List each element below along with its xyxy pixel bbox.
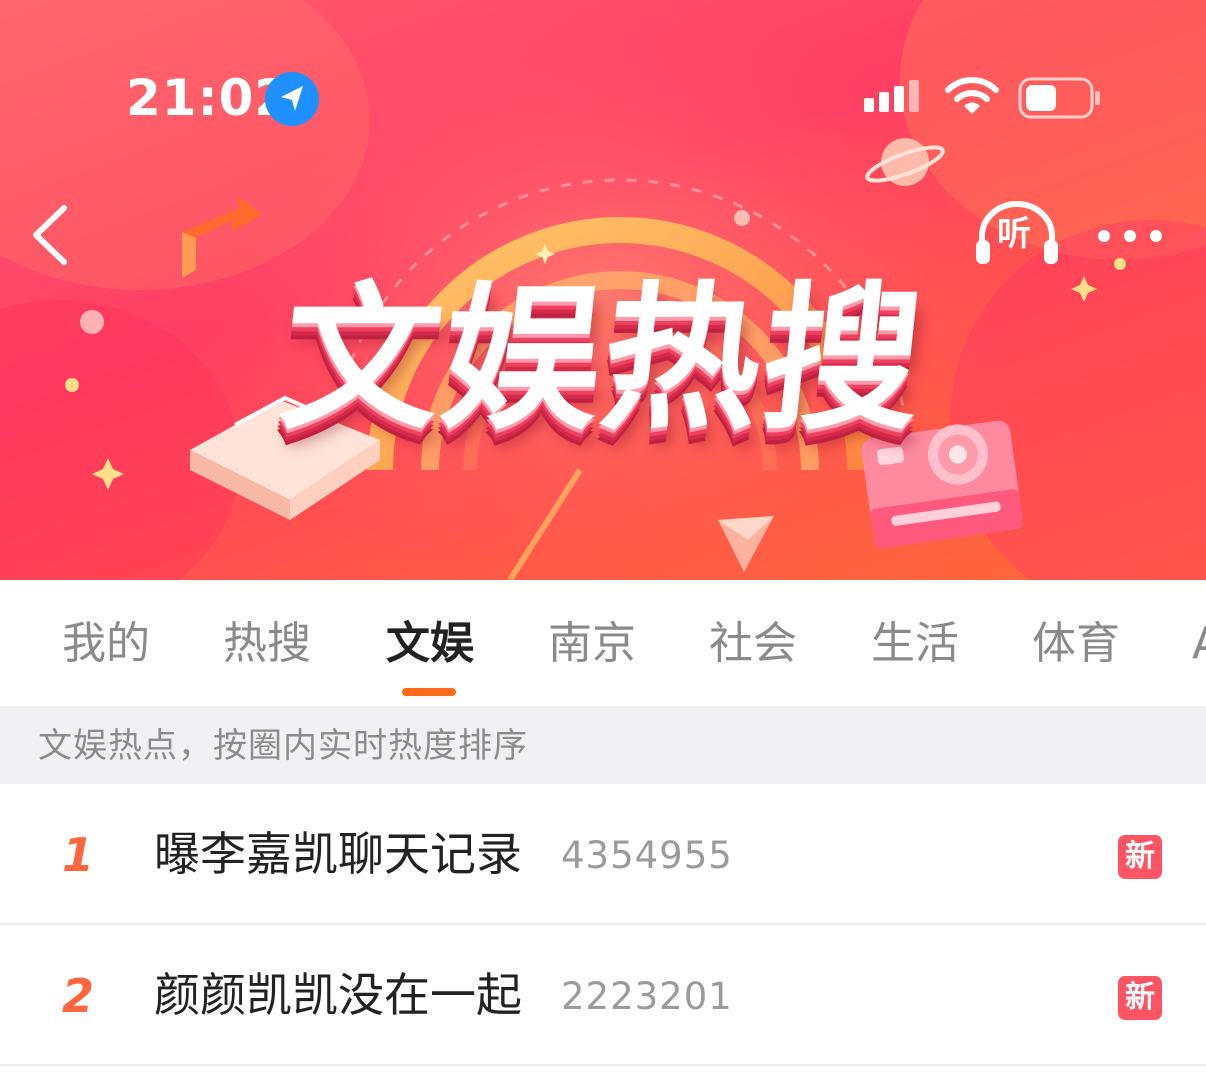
new-badge: 新 — [1118, 835, 1162, 879]
battery-icon — [1018, 77, 1100, 119]
rank-number: 1 — [62, 828, 95, 882]
heat-count: 2223201 — [561, 975, 733, 1018]
listen-button[interactable]: 听 — [972, 200, 1062, 270]
section-description: 文娱热点，按圈内实时热度排序 — [38, 726, 528, 766]
new-badge: 新 — [1118, 976, 1162, 1020]
rank-number: 2 — [62, 969, 95, 1023]
heat-count: 4354955 — [561, 834, 733, 877]
tab-partial[interactable]: A — [1192, 616, 1206, 672]
page-title: 文娱热搜 — [273, 268, 933, 452]
category-tabs: 我的 热搜 文娱 南京 社会 生活 体育 A — [0, 580, 1206, 706]
location-arrow-icon — [265, 72, 319, 126]
item-title: 曝李嘉凯聊天记录 — [154, 827, 522, 881]
wifi-icon — [945, 77, 999, 114]
tab-life[interactable]: 生活 — [871, 616, 959, 672]
more-dots-icon — [1098, 230, 1162, 242]
banner: 21:02 听 文娱热搜 — [0, 0, 1206, 580]
tab-society[interactable]: 社会 — [709, 616, 797, 672]
tab-hot-search[interactable]: 热搜 — [223, 616, 311, 672]
item-title: 颜颜凯凯没在一起 — [154, 968, 522, 1022]
active-tab-indicator — [402, 688, 456, 696]
tab-entertainment[interactable]: 文娱 — [386, 616, 474, 672]
section-description-bar: 文娱热点，按圈内实时热度排序 — [0, 706, 1206, 784]
chevron-left-icon — [33, 205, 67, 265]
tab-mine[interactable]: 我的 — [62, 616, 150, 672]
list-item[interactable]: 2 颜颜凯凯没在一起 2223201 新 — [0, 925, 1206, 1066]
tab-sports[interactable]: 体育 — [1032, 616, 1120, 672]
cellular-signal-icon — [864, 80, 919, 112]
listen-label: 听 — [997, 214, 1031, 254]
list-item[interactable]: 1 曝李嘉凯聊天记录 4354955 新 — [0, 784, 1206, 925]
tab-nanjing[interactable]: 南京 — [548, 616, 636, 672]
more-button[interactable] — [1094, 218, 1166, 254]
back-button[interactable] — [22, 200, 82, 270]
